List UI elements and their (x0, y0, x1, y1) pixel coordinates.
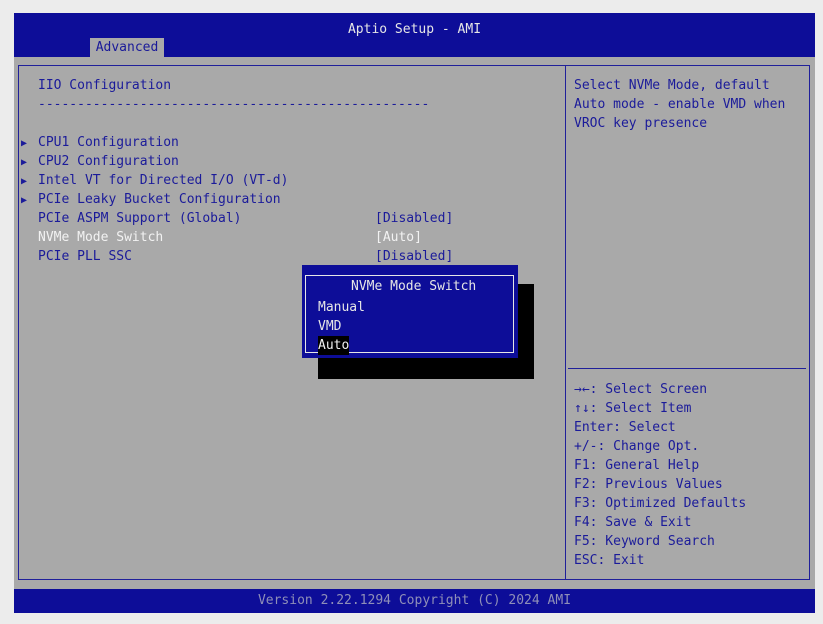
help-text-line: Auto mode - enable VMD when (574, 97, 786, 112)
setting-value: [Auto] (375, 230, 422, 245)
submenu-arrow-icon: ▶ (21, 176, 28, 187)
help-text-line: VROC key presence (574, 116, 708, 131)
setting-label: NVMe Mode Switch (38, 230, 164, 245)
popup-title: NVMe Mode Switch (346, 277, 482, 296)
option-auto[interactable]: Auto (318, 336, 350, 355)
key-hint: F3: Optimized Defaults (574, 496, 747, 511)
submenu-arrow-icon: ▶ (21, 138, 28, 149)
heading-separator: ----------------------------------------… (38, 97, 430, 112)
footer-version: Version 2.22.1294 Copyright (C) 2024 AMI (14, 589, 815, 613)
tab-advanced[interactable]: Advanced (90, 38, 164, 57)
setting-label: PCIe PLL SSC (38, 249, 132, 264)
app-title: Aptio Setup - AMI (347, 22, 482, 37)
setting-value: [Disabled] (375, 249, 454, 264)
page-title: IIO Configuration (38, 78, 172, 93)
nvme-mode-popup: NVMe Mode Switch Manual VMD Auto (302, 265, 518, 358)
submenu-label: PCIe Leaky Bucket Configuration (38, 192, 281, 207)
submenu-label: CPU1 Configuration (38, 135, 179, 150)
option-manual[interactable]: Manual (318, 298, 365, 317)
key-hint: F2: Previous Values (574, 477, 723, 492)
help-text-line: Select NVMe Mode, default (574, 78, 770, 93)
key-hint: F5: Keyword Search (574, 534, 715, 549)
header-bar: Aptio Setup - AMI Advanced (14, 13, 815, 57)
setting-value: [Disabled] (375, 211, 454, 226)
key-hint: +/-: Change Opt. (574, 439, 700, 454)
panel-divider (565, 65, 566, 580)
setting-label: PCIe ASPM Support (Global) (38, 211, 242, 226)
key-hint: Enter: Select (574, 420, 676, 435)
key-hint: ↑↓: Select Item (574, 401, 692, 416)
key-hint: F4: Save & Exit (574, 515, 692, 530)
submenu-label: CPU2 Configuration (38, 154, 179, 169)
submenu-label: Intel VT for Directed I/O (VT-d) (38, 173, 289, 188)
submenu-arrow-icon: ▶ (21, 195, 28, 206)
bios-screen: Aptio Setup - AMI Advanced IIO Configura… (14, 13, 815, 613)
submenu-arrow-icon: ▶ (21, 157, 28, 168)
key-hint: F1: General Help (574, 458, 700, 473)
option-vmd[interactable]: VMD (318, 317, 341, 336)
help-divider (568, 368, 806, 369)
key-hint: ESC: Exit (574, 553, 645, 568)
key-hint: →←: Select Screen (574, 382, 708, 397)
